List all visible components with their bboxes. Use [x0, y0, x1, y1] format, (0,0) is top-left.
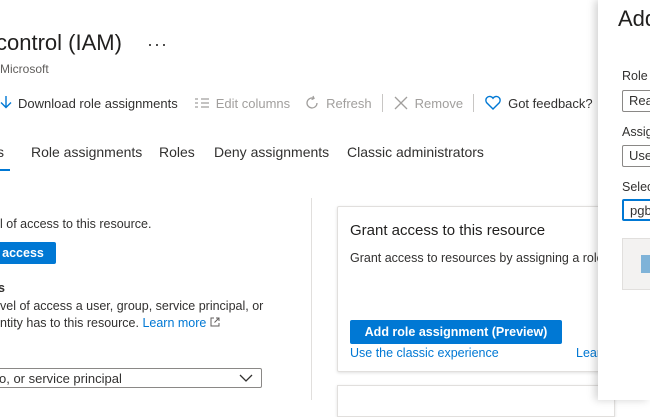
chevron-down-icon [239, 372, 253, 387]
check-access-desc-2: ntity has to this resource. Learn more [0, 316, 220, 330]
refresh-icon [304, 95, 320, 111]
tab-role-assignments[interactable]: Role assignments [31, 144, 142, 160]
grant-access-card-description: Grant access to resources by assigning a… [350, 251, 608, 265]
selected-member-card[interactable] [622, 238, 650, 290]
learn-more-link[interactable]: Learn more [142, 316, 206, 330]
select-input[interactable]: pgb [622, 199, 650, 221]
edit-columns-button[interactable]: Edit columns [194, 96, 290, 111]
principal-type-value: o, or service principal [0, 370, 122, 386]
refresh-label: Refresh [326, 95, 372, 111]
tab-deny-assignments[interactable]: Deny assignments [214, 144, 329, 160]
panel-title: Add [618, 6, 650, 31]
feedback-label: Got feedback? [508, 95, 593, 111]
remove-button[interactable]: Remove [393, 95, 463, 111]
tab-roles[interactable]: Roles [159, 144, 195, 160]
add-access-button[interactable]: access [0, 242, 56, 264]
download-label: Download role assignments [18, 95, 178, 111]
check-access-heading: s [0, 281, 5, 295]
download-icon [0, 95, 12, 111]
principal-type-dropdown[interactable]: o, or service principal [0, 368, 262, 388]
role-label: Role [622, 69, 648, 83]
add-role-assignment-label: Add role assignment (Preview) [364, 325, 548, 339]
assign-access-label: Assig [622, 125, 650, 139]
select-label: Selec [622, 180, 650, 194]
column-divider [311, 198, 312, 400]
check-access-desc-1: vel of access a user, group, service pri… [0, 299, 264, 313]
active-tab-indicator [0, 169, 10, 171]
grant-access-card-title: Grant access to this resource [350, 222, 546, 239]
heart-icon [484, 95, 502, 111]
page-title: control (IAM) [0, 30, 122, 55]
check-access-desc-2-text: ntity has to this resource. [0, 316, 139, 330]
tab-classic-administrators[interactable]: Classic administrators [347, 144, 484, 160]
member-icon [641, 255, 650, 273]
add-access-button-label: access [2, 246, 44, 260]
command-bar: Download role assignments Edit columns R… [0, 90, 593, 116]
classic-experience-link[interactable]: Use the classic experience [350, 346, 499, 360]
feedback-button[interactable]: Got feedback? [484, 95, 593, 111]
tab-check-access-label: ss [0, 144, 4, 160]
remove-label: Remove [414, 95, 464, 111]
page-subtitle: Microsoft [0, 62, 49, 76]
grant-access-card: Grant access to this resource Grant acce… [337, 206, 613, 372]
download-role-assignments-button[interactable]: Download role assignments [0, 95, 178, 111]
more-options-button[interactable]: ··· [147, 34, 168, 55]
next-card [337, 385, 615, 417]
toolbar-divider [473, 94, 475, 112]
close-icon [393, 95, 409, 111]
toolbar-divider [381, 94, 383, 112]
tab-check-access[interactable]: ss [0, 144, 4, 160]
add-role-assignment-panel: Add Role Rea Assig Use Selec pgb [598, 0, 650, 400]
role-field[interactable]: Rea [622, 90, 650, 112]
external-link-icon [210, 316, 220, 330]
assign-access-field[interactable]: Use [622, 145, 650, 167]
refresh-button[interactable]: Refresh [304, 95, 372, 111]
access-intro-text: l of access to this resource. [0, 217, 152, 231]
edit-columns-label: Edit columns [215, 95, 291, 111]
add-role-assignment-button[interactable]: Add role assignment (Preview) [350, 320, 562, 344]
columns-icon [194, 97, 210, 109]
